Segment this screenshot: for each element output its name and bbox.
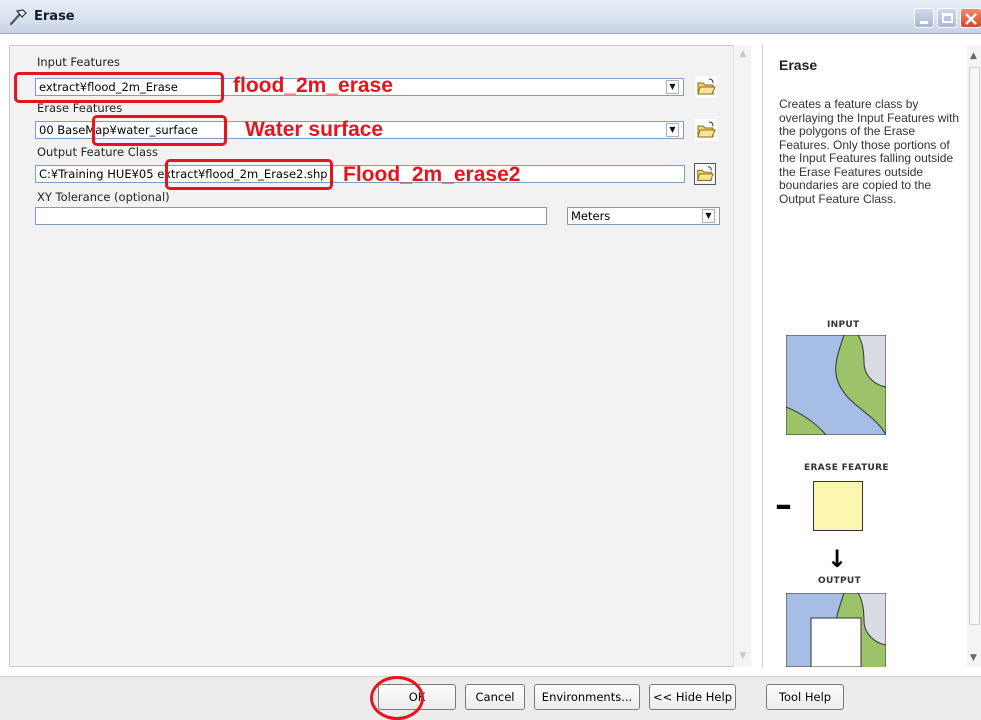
erase-features-label: Erase Features: [37, 101, 123, 115]
parameters-scrollbar[interactable]: ▲ ▼: [733, 45, 751, 667]
scroll-up-icon[interactable]: ▲: [737, 49, 749, 59]
window-title: Erase: [34, 9, 75, 24]
environments-button[interactable]: Environments...: [534, 684, 640, 710]
help-scroll-thumb[interactable]: [969, 67, 980, 625]
output-feature-class-label: Output Feature Class: [37, 145, 158, 159]
input-features-label: Input Features: [37, 55, 120, 69]
erase-diagram: [813, 481, 863, 531]
open-folder-icon: [697, 166, 714, 181]
help-erase-caption: ERASE FEATURE: [804, 463, 889, 473]
xy-tolerance-field[interactable]: [35, 207, 547, 225]
close-icon: [965, 13, 977, 25]
minimize-button[interactable]: [914, 8, 934, 28]
minimize-icon: [920, 21, 928, 24]
browse-input-button[interactable]: [695, 76, 717, 98]
output-highlight-box: [165, 159, 333, 190]
help-output-caption: OUTPUT: [818, 576, 861, 586]
chevron-down-icon[interactable]: ▼: [666, 80, 679, 94]
open-folder-icon: [697, 78, 716, 95]
chevron-down-icon[interactable]: ▼: [702, 209, 715, 223]
input-annotation: flood_2m_erase: [233, 74, 393, 97]
input-highlight-box: [14, 72, 224, 103]
help-input-caption: INPUT: [827, 320, 860, 330]
scroll-up-icon[interactable]: ▲: [970, 51, 977, 61]
maximize-button[interactable]: [937, 8, 957, 28]
cancel-button[interactable]: Cancel: [465, 684, 525, 710]
scroll-down-icon[interactable]: ▼: [737, 651, 749, 661]
hammer-icon: [9, 9, 27, 26]
hide-help-button[interactable]: << Hide Help: [649, 684, 736, 710]
output-diagram: [786, 593, 886, 667]
open-folder-icon: [697, 121, 716, 138]
erase-annotation: Water surface: [245, 118, 384, 141]
minus-icon: –: [775, 485, 792, 525]
ok-highlight-circle: [370, 676, 424, 720]
xy-tolerance-unit-value: Meters: [571, 209, 611, 223]
output-annotation: Flood_2m_erase2: [343, 163, 521, 186]
title-bar: Erase: [0, 0, 981, 34]
close-button[interactable]: [960, 8, 981, 28]
input-diagram: [786, 335, 886, 435]
arrow-down-icon: ↓: [827, 545, 848, 573]
maximize-icon: [942, 13, 953, 23]
help-title: Erase: [779, 57, 818, 73]
xy-tolerance-unit-select[interactable]: Meters: [567, 207, 720, 225]
scroll-down-icon[interactable]: ▼: [970, 653, 977, 663]
chevron-down-icon[interactable]: ▼: [666, 123, 679, 137]
xy-tolerance-label: XY Tolerance (optional): [37, 190, 170, 204]
help-description: Creates a feature class by overlaying th…: [779, 97, 960, 206]
tool-help-button[interactable]: Tool Help: [766, 684, 844, 710]
browse-output-button[interactable]: [694, 163, 716, 185]
help-scrollbar[interactable]: ▲ ▼: [967, 45, 981, 667]
help-panel: Erase Creates a feature class by overlay…: [762, 45, 981, 667]
erase-highlight-box: [92, 115, 227, 146]
browse-erase-button[interactable]: [695, 119, 717, 141]
